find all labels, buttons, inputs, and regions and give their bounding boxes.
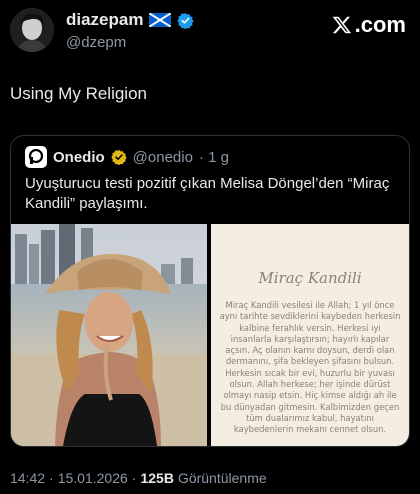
tweet-date[interactable]: 15.01.2026 xyxy=(58,470,128,486)
meta-separator: · xyxy=(49,470,54,486)
tweet-text: Using My Religion xyxy=(10,84,147,103)
views-label: Görüntülenme xyxy=(177,470,267,486)
quote-header: Onedio @onedio · 1 g xyxy=(25,146,229,168)
x-brand-label: .com xyxy=(354,12,406,37)
verified-badge-icon xyxy=(177,12,195,29)
tweet-time[interactable]: 14:42 xyxy=(10,470,45,486)
meta-separator: · xyxy=(131,470,137,486)
quote-text: Uyuşturucu testi pozitif çıkan Melisa Dö… xyxy=(25,175,390,212)
card-body: Miraç Kandili vesilesi ile Allah; 1 yıl … xyxy=(219,300,401,435)
quote-name[interactable]: Onedio xyxy=(53,149,105,166)
quote-handle[interactable]: @onedio xyxy=(133,149,193,166)
tweet-header: diazepam @dzepm .com xyxy=(0,0,420,60)
x-brand[interactable]: .com xyxy=(331,12,406,38)
verified-gold-badge-icon xyxy=(111,150,127,165)
display-name[interactable]: diazepam xyxy=(66,10,143,30)
quote-time[interactable]: · 1 g xyxy=(199,149,229,166)
tweet-meta: 14:42 · 15.01.2026 · 125B Görüntülenme xyxy=(10,470,267,486)
views-count: 125B xyxy=(140,470,174,486)
card-title: Miraç Kandili xyxy=(258,269,362,287)
handle[interactable]: @dzepm xyxy=(66,34,126,51)
onedio-logo-icon[interactable] xyxy=(25,146,47,168)
quote-photo[interactable] xyxy=(11,224,207,446)
x-logo-icon xyxy=(332,16,351,34)
scotland-flag-icon xyxy=(149,13,172,27)
quote-card-image[interactable]: Miraç Kandili Miraç Kandili vesilesi ile… xyxy=(211,224,409,446)
avatar[interactable] xyxy=(10,8,54,52)
quoted-tweet[interactable]: Onedio @onedio · 1 g Uyuşturucu testi po… xyxy=(10,135,410,447)
